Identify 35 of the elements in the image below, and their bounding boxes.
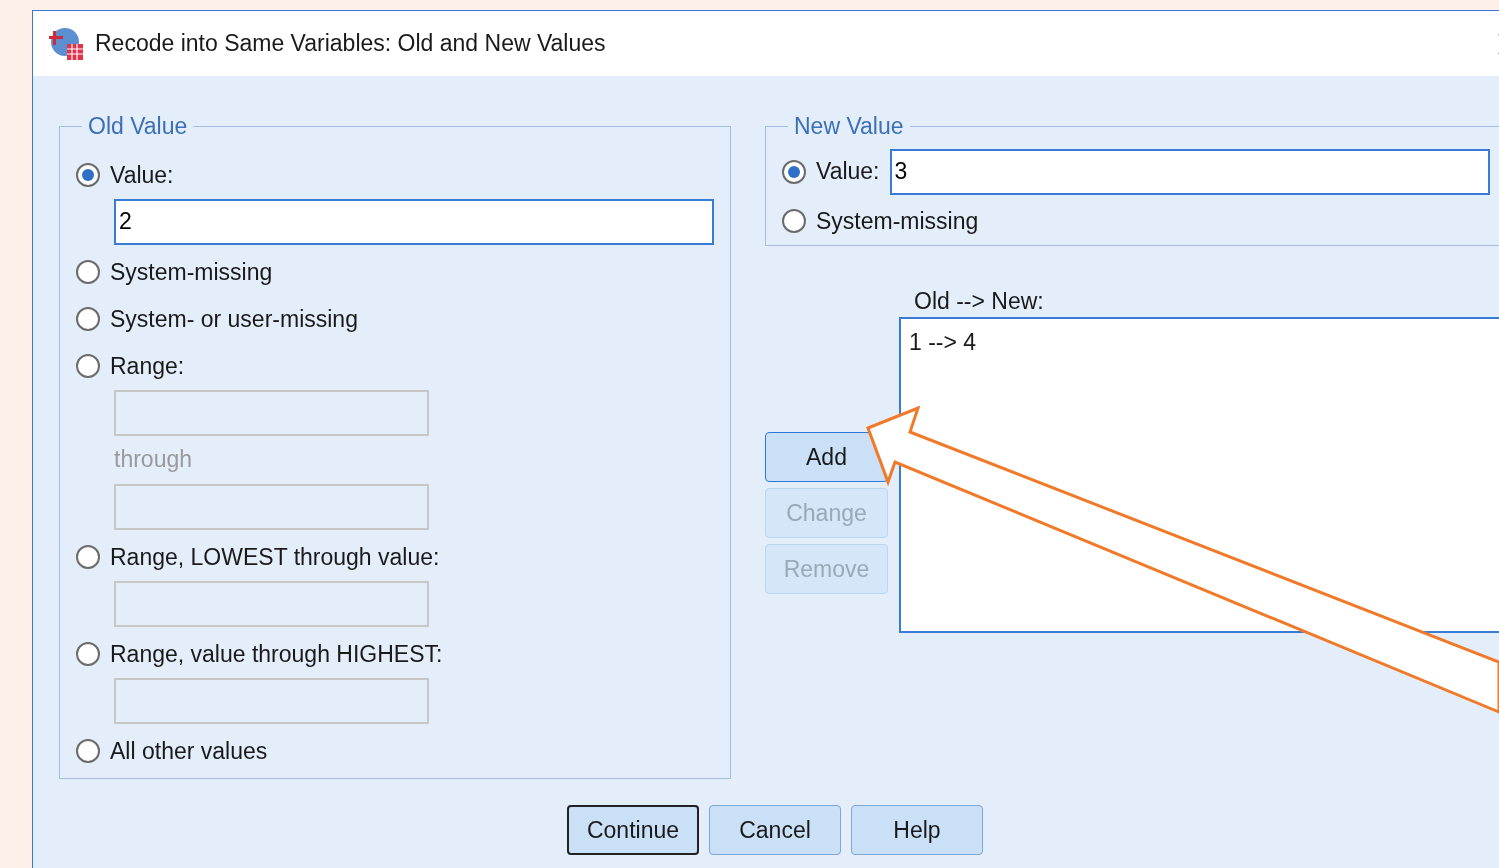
input-field[interactable]	[114, 389, 429, 436]
dialog-button[interactable]: Cancel	[709, 805, 841, 855]
input-field[interactable]	[114, 580, 429, 627]
option-label: Value:	[110, 160, 174, 190]
radio-button[interactable]	[76, 163, 100, 187]
option-label: Value:	[816, 157, 880, 187]
radio-button[interactable]	[76, 354, 100, 378]
radio-button[interactable]	[782, 159, 806, 184]
window-title: Recode into Same Variables: Old and New Values	[95, 29, 606, 59]
option-label: All other values	[110, 736, 268, 766]
radio-button[interactable]	[76, 307, 100, 331]
list-item[interactable]: 1 --> 4	[909, 325, 1499, 360]
input-field[interactable]	[114, 677, 429, 724]
input-field[interactable]: 3	[889, 148, 1490, 195]
group-legend: Old Value	[82, 109, 194, 144]
list-label: Old --> New:	[914, 287, 1045, 316]
radio-button[interactable]	[76, 260, 100, 284]
side-button[interactable]: Add	[765, 432, 888, 482]
dialog-button[interactable]: Continue	[567, 805, 699, 855]
option-label: System-missing	[110, 257, 273, 287]
option-label: Range, LOWEST through value:	[110, 542, 440, 572]
radio-button[interactable]	[76, 545, 100, 569]
input-field[interactable]: 2	[114, 198, 714, 245]
radio-button[interactable]	[76, 642, 100, 666]
radio-button[interactable]	[782, 209, 806, 233]
through-label: through	[114, 445, 193, 475]
dialog-button[interactable]: Help	[851, 805, 983, 855]
group-legend: New Value	[788, 109, 910, 144]
option-label: Range:	[110, 351, 185, 381]
app-icon	[49, 25, 85, 62]
option-label: System- or user-missing	[110, 304, 358, 334]
option-label: System-missing	[816, 206, 979, 236]
option-label: Range, value through HIGHEST:	[110, 639, 443, 669]
radio-button[interactable]	[76, 739, 100, 763]
input-field[interactable]	[114, 483, 429, 530]
